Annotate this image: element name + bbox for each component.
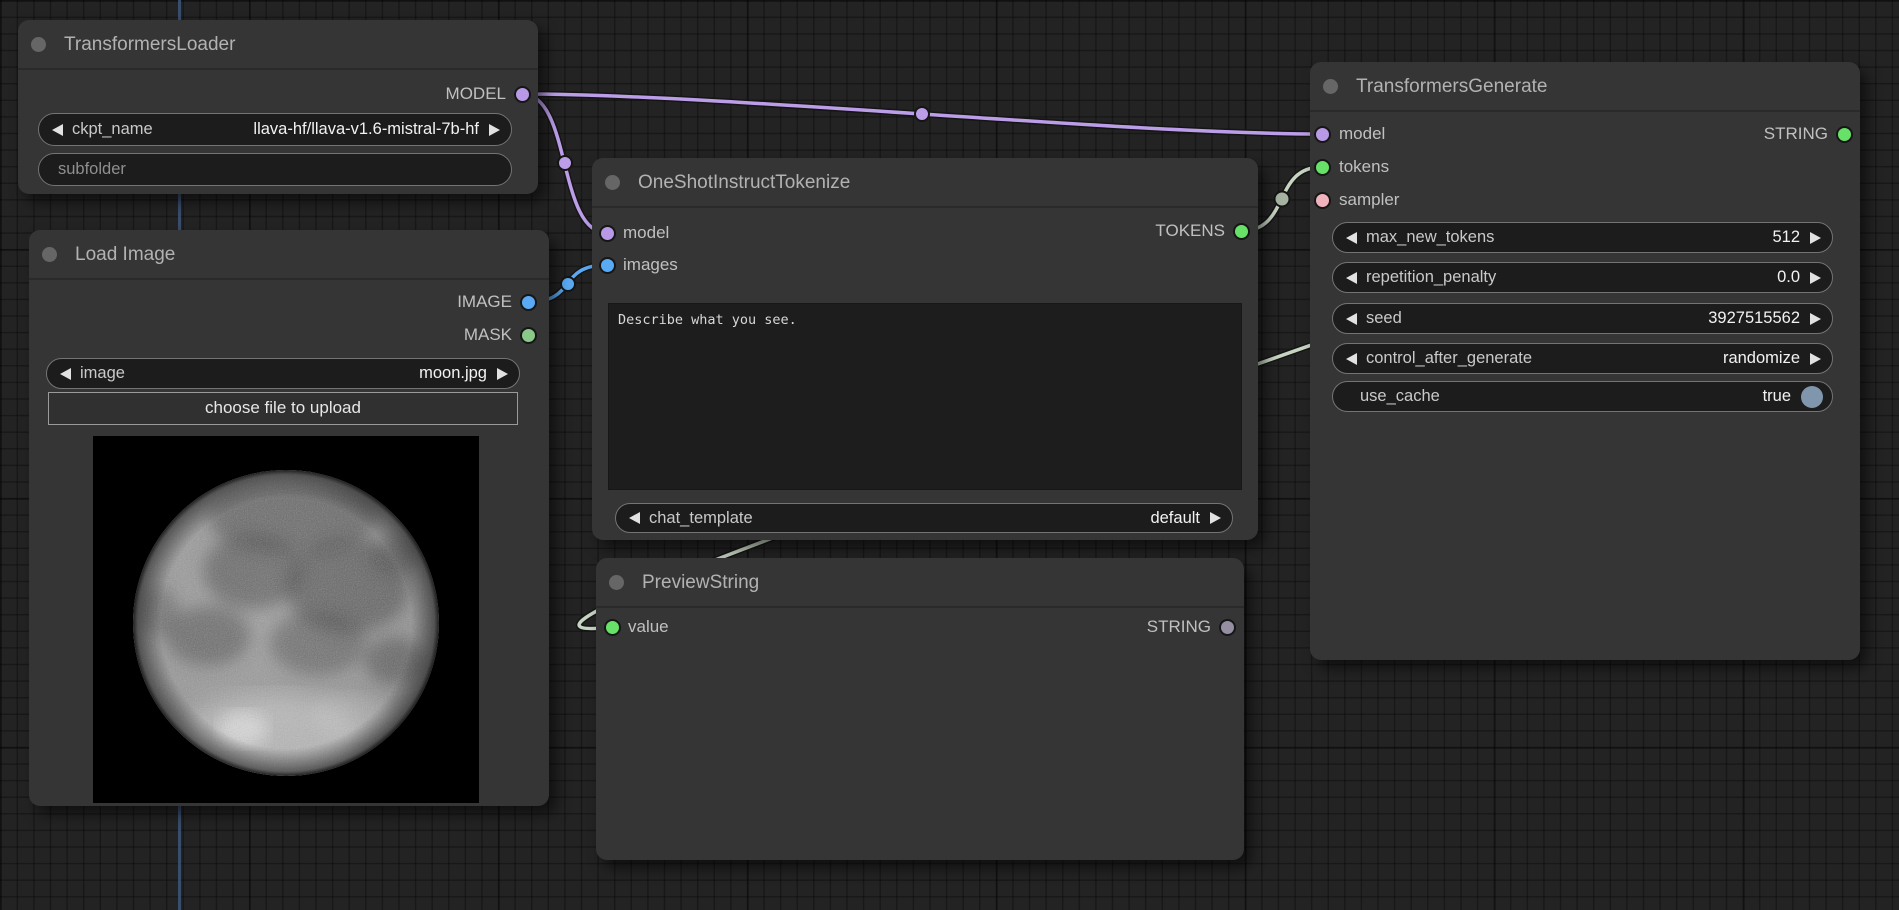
widget-label: subfolder: [58, 160, 126, 179]
widget-value[interactable]: moon.jpg: [419, 364, 487, 383]
output-label-model: MODEL: [446, 81, 506, 107]
input-port-images[interactable]: [599, 257, 616, 274]
link-dot-image[interactable]: [561, 277, 575, 291]
output-label-image: IMAGE: [457, 289, 512, 315]
stepper-left-icon[interactable]: [1346, 272, 1357, 284]
stepper-left-icon[interactable]: [1346, 353, 1357, 365]
input-label-sampler: sampler: [1339, 187, 1399, 213]
input-port-tokens[interactable]: [1314, 159, 1331, 176]
input-label-model: model: [1339, 121, 1385, 147]
widget-value[interactable]: 512: [1772, 228, 1800, 247]
widget-value[interactable]: randomize: [1723, 349, 1800, 368]
stepper-right-icon[interactable]: [1810, 232, 1821, 244]
widget-subfolder[interactable]: subfolder: [38, 153, 512, 186]
stepper-left-icon[interactable]: [1346, 313, 1357, 325]
widget-label: repetition_penalty: [1366, 268, 1496, 287]
title-bar[interactable]: OneShotInstructTokenize: [592, 158, 1258, 208]
stepper-left-icon[interactable]: [629, 512, 640, 524]
widget-repetition-penalty[interactable]: repetition_penalty 0.0: [1332, 262, 1833, 293]
widget-seed[interactable]: seed 3927515562: [1332, 303, 1833, 334]
widget-control-after-generate[interactable]: control_after_generate randomize: [1332, 343, 1833, 374]
node-transformers-loader[interactable]: TransformersLoader MODEL ckpt_name llava…: [18, 20, 538, 194]
stepper-right-icon[interactable]: [497, 368, 508, 380]
widget-label: image: [80, 364, 125, 383]
stepper-right-icon[interactable]: [489, 124, 500, 136]
title-bar[interactable]: Load Image: [29, 230, 549, 280]
choose-file-button[interactable]: choose file to upload: [48, 392, 518, 425]
prompt-textarea[interactable]: Describe what you see.: [608, 303, 1242, 490]
output-port-tokens[interactable]: [1233, 223, 1250, 240]
stepper-right-icon[interactable]: [1810, 272, 1821, 284]
stepper-left-icon[interactable]: [52, 124, 63, 136]
stepper-left-icon[interactable]: [60, 368, 71, 380]
collapse-dot-icon[interactable]: [609, 575, 624, 590]
widget-ckpt-name[interactable]: ckpt_name llava-hf/llava-v1.6-mistral-7b…: [38, 113, 512, 146]
widget-label: chat_template: [649, 509, 753, 528]
use-cache-toggle[interactable]: [1801, 386, 1823, 408]
moon-image: [93, 436, 479, 803]
stepper-right-icon[interactable]: [1210, 512, 1221, 524]
stepper-right-icon[interactable]: [1810, 353, 1821, 365]
node-title: PreviewString: [642, 558, 759, 606]
output-port-string[interactable]: [1836, 126, 1853, 143]
output-label-mask: MASK: [464, 322, 512, 348]
collapse-dot-icon[interactable]: [605, 175, 620, 190]
stepper-right-icon[interactable]: [1810, 313, 1821, 325]
input-port-model[interactable]: [599, 225, 616, 242]
output-port-model[interactable]: [514, 86, 531, 103]
node-title: TransformersLoader: [64, 20, 235, 68]
stepper-left-icon[interactable]: [1346, 232, 1357, 244]
link-dot-model-oneshot[interactable]: [558, 156, 572, 170]
input-port-value[interactable]: [604, 619, 621, 636]
widget-value[interactable]: 3927515562: [1708, 309, 1800, 328]
node-transformers-generate[interactable]: TransformersGenerate model tokens sample…: [1310, 62, 1860, 660]
output-port-image[interactable]: [520, 294, 537, 311]
collapse-dot-icon[interactable]: [42, 247, 57, 262]
input-port-model[interactable]: [1314, 126, 1331, 143]
title-bar[interactable]: PreviewString: [596, 558, 1244, 608]
input-port-sampler[interactable]: [1314, 192, 1331, 209]
widget-image[interactable]: image moon.jpg: [46, 358, 520, 389]
output-label-string: STRING: [1147, 614, 1211, 640]
input-label-value: value: [628, 614, 669, 640]
node-graph-canvas[interactable]: TransformersLoader MODEL ckpt_name llava…: [0, 0, 1899, 910]
title-bar[interactable]: TransformersLoader: [18, 20, 538, 70]
input-label-model: model: [623, 220, 669, 246]
widget-value[interactable]: 0.0: [1777, 268, 1800, 287]
collapse-dot-icon[interactable]: [31, 37, 46, 52]
collapse-dot-icon[interactable]: [1323, 79, 1338, 94]
node-title: Load Image: [75, 230, 175, 278]
widget-label: ckpt_name: [72, 120, 153, 139]
widget-use-cache[interactable]: use_cache true: [1332, 381, 1833, 412]
input-label-tokens: tokens: [1339, 154, 1389, 180]
output-port-mask[interactable]: [520, 327, 537, 344]
widget-value[interactable]: llava-hf/llava-v1.6-mistral-7b-hf: [253, 120, 479, 139]
widget-value[interactable]: default: [1150, 509, 1200, 528]
input-label-images: images: [623, 252, 678, 278]
widget-chat-template[interactable]: chat_template default: [615, 503, 1233, 533]
widget-label: use_cache: [1360, 387, 1440, 406]
node-title: OneShotInstructTokenize: [638, 158, 850, 206]
widget-label: seed: [1366, 309, 1402, 328]
title-bar[interactable]: TransformersGenerate: [1310, 62, 1860, 112]
widget-label: control_after_generate: [1366, 349, 1532, 368]
output-label-string: STRING: [1764, 121, 1828, 147]
link-dot-model-generate[interactable]: [915, 107, 929, 121]
node-preview-string[interactable]: PreviewString value STRING: [596, 558, 1244, 860]
node-oneshot-instruct-tokenize[interactable]: OneShotInstructTokenize model images TOK…: [592, 158, 1258, 540]
widget-value: true: [1763, 387, 1791, 406]
widget-max-new-tokens[interactable]: max_new_tokens 512: [1332, 222, 1833, 253]
widget-label: max_new_tokens: [1366, 228, 1494, 247]
output-port-string[interactable]: [1219, 619, 1236, 636]
node-load-image[interactable]: Load Image IMAGE MASK image moon.jpg cho…: [29, 230, 549, 806]
link-dot-tokens[interactable]: [1275, 192, 1290, 207]
node-title: TransformersGenerate: [1356, 62, 1547, 110]
output-label-tokens: TOKENS: [1155, 218, 1225, 244]
